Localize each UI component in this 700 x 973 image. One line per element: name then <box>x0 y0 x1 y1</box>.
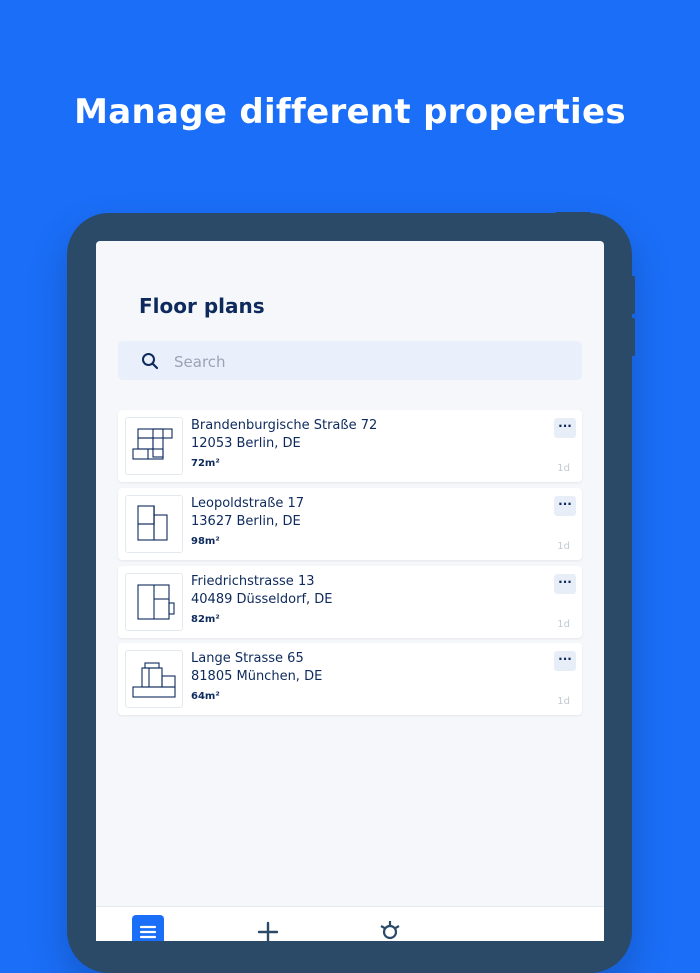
property-card[interactable]: Lange Strasse 65 81805 München, DE 64m² … <box>118 643 582 715</box>
property-city: 40489 Düsseldorf, DE <box>191 592 333 607</box>
property-street: Leopoldstraße 17 <box>191 496 304 511</box>
property-city: 12053 Berlin, DE <box>191 436 301 451</box>
search-input[interactable] <box>172 341 566 382</box>
floor-plan-thumbnail <box>125 495 183 553</box>
page-title: Floor plans <box>139 294 265 318</box>
bottom-navigation <box>96 906 604 941</box>
tablet-volume-up-button <box>631 276 635 314</box>
more-options-button[interactable]: ··· <box>554 651 576 671</box>
floor-plan-icon <box>129 577 179 627</box>
gear-icon[interactable] <box>377 917 403 941</box>
search-icon <box>141 352 159 370</box>
floor-plan-thumbnail <box>125 573 183 631</box>
tablet-power-button <box>555 212 591 216</box>
property-street: Friedrichstrasse 13 <box>191 574 314 589</box>
floor-plan-thumbnail <box>125 417 183 475</box>
more-options-button[interactable]: ··· <box>554 496 576 516</box>
property-age: 1d <box>557 619 570 630</box>
list-icon <box>132 915 164 941</box>
more-options-button[interactable]: ··· <box>554 574 576 594</box>
plus-icon[interactable] <box>256 919 280 941</box>
property-street: Lange Strasse 65 <box>191 651 304 666</box>
property-area: 72m² <box>191 458 220 469</box>
property-city: 81805 München, DE <box>191 669 322 684</box>
property-card[interactable]: Friedrichstrasse 13 40489 Düsseldorf, DE… <box>118 566 582 638</box>
search-bar[interactable] <box>118 341 582 380</box>
property-city: 13627 Berlin, DE <box>191 514 301 529</box>
tablet-volume-down-button <box>631 318 635 356</box>
property-street: Brandenburgische Straße 72 <box>191 418 377 433</box>
page-headline: Manage different properties <box>0 92 700 132</box>
nav-list-button[interactable] <box>132 915 164 941</box>
property-age: 1d <box>557 541 570 552</box>
app-screen: Floor plans Brandenburgische Straße 72 1… <box>96 241 604 941</box>
property-area: 98m² <box>191 536 220 547</box>
floor-plan-icon <box>129 499 179 549</box>
more-options-button[interactable]: ··· <box>554 418 576 438</box>
floor-plan-icon <box>129 654 179 704</box>
property-age: 1d <box>557 463 570 474</box>
floor-plan-icon <box>129 421 179 471</box>
property-area: 64m² <box>191 691 220 702</box>
property-card[interactable]: Leopoldstraße 17 13627 Berlin, DE 98m² ·… <box>118 488 582 560</box>
property-area: 82m² <box>191 614 220 625</box>
property-card[interactable]: Brandenburgische Straße 72 12053 Berlin,… <box>118 410 582 482</box>
floor-plan-thumbnail <box>125 650 183 708</box>
property-age: 1d <box>557 696 570 707</box>
